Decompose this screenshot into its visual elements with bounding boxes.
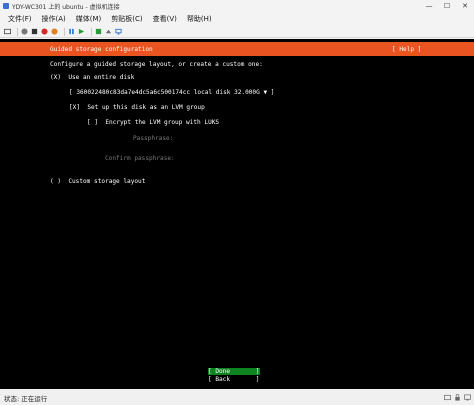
- toolbar-separator: [17, 27, 18, 36]
- maximize-button[interactable]: ☐: [438, 0, 456, 12]
- monitor-icon: [464, 394, 471, 401]
- menu-clipboard[interactable]: 剪贴板(C): [111, 14, 142, 24]
- vm-console-screen[interactable]: Guided storage configuration [ Help ] Co…: [0, 39, 474, 389]
- close-button[interactable]: ✕: [456, 0, 474, 12]
- revert-icon[interactable]: [105, 28, 112, 35]
- pause-icon[interactable]: [68, 28, 75, 35]
- keyboard-icon: [444, 394, 451, 401]
- installer-title: Guided storage configuration: [50, 46, 153, 53]
- help-button[interactable]: [ Help ]: [392, 46, 421, 53]
- menu-view[interactable]: 查看(V): [153, 14, 177, 24]
- lock-icon: [455, 394, 460, 401]
- toolbar-separator: [91, 27, 92, 36]
- window-title: YDY-WC301 上的 ubuntu - 虚拟机连接: [12, 3, 120, 11]
- minimize-button[interactable]: —: [420, 0, 438, 12]
- ctrl-alt-del-icon[interactable]: [4, 28, 11, 35]
- shutdown-icon[interactable]: [41, 28, 48, 35]
- status-bar: 状态: 正在运行: [0, 390, 474, 405]
- done-button[interactable]: [ Done ]: [208, 368, 260, 375]
- menu-action[interactable]: 操作(A): [42, 14, 66, 24]
- toolbar-separator: [64, 27, 65, 36]
- menu-bar: 文件(F) 操作(A) 媒体(M) 剪贴板(C) 查看(V) 帮助(H): [0, 12, 474, 26]
- window-controls: — ☐ ✕: [420, 0, 474, 12]
- toolbar: [0, 26, 474, 38]
- installer-header: Guided storage configuration [ Help ]: [0, 42, 474, 56]
- start-icon[interactable]: [21, 28, 28, 35]
- turn-off-icon[interactable]: [31, 28, 38, 35]
- vm-connect-icon: [3, 3, 9, 9]
- title-bar: YDY-WC301 上的 ubuntu - 虚拟机连接 — ☐ ✕: [0, 0, 474, 12]
- power-icon[interactable]: [51, 28, 58, 35]
- luks-checkbox[interactable]: [ ] Encrypt the LVM group with LUKS: [87, 119, 219, 126]
- menu-media[interactable]: 媒体(M): [76, 14, 102, 24]
- menu-file[interactable]: 文件(F): [8, 14, 32, 24]
- enhanced-session-icon[interactable]: [115, 28, 122, 35]
- lvm-checkbox[interactable]: [X] Set up this disk as an LVM group: [69, 104, 205, 111]
- custom-layout-radio[interactable]: ( ) Custom storage layout: [50, 178, 145, 185]
- back-button[interactable]: [ Back ]: [208, 376, 260, 383]
- intro-text: Configure a guided storage layout, or cr…: [50, 61, 263, 68]
- disk-select-dropdown[interactable]: [ 360022480c83da7e4dc5a6c500174cc local …: [69, 89, 274, 96]
- menu-help[interactable]: 帮助(H): [187, 14, 212, 24]
- status-icons: [441, 394, 471, 401]
- passphrase-label: Passphrase:: [133, 135, 174, 142]
- reset-icon[interactable]: [78, 28, 85, 35]
- vm-connection-window: YDY-WC301 上的 ubuntu - 虚拟机连接 — ☐ ✕ 文件(F) …: [0, 0, 474, 405]
- vm-status-text: 状态: 正在运行: [4, 394, 48, 403]
- use-entire-disk-radio[interactable]: (X) Use an entire disk: [50, 74, 134, 81]
- checkpoint-icon[interactable]: [95, 28, 102, 35]
- confirm-passphrase-label: Confirm passphrase:: [105, 155, 175, 162]
